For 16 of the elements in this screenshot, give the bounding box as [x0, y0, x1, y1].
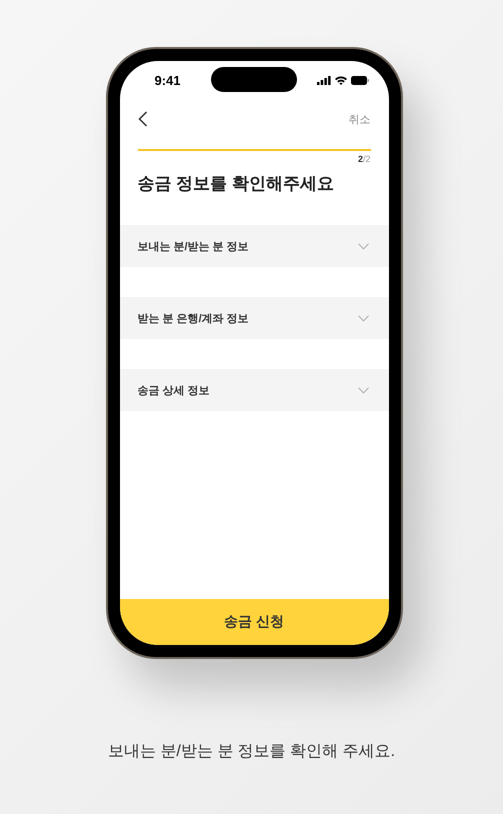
cancel-button[interactable]: 취소 [348, 112, 370, 126]
page-title: 송금 정보를 확인해주세요 [138, 173, 335, 195]
accordion-item[interactable]: 보내는 분/받는 분 정보 [120, 225, 388, 267]
wifi-icon [334, 76, 346, 84]
back-button[interactable] [138, 111, 148, 127]
status-time: 9:41 [154, 72, 181, 88]
step-counter: 2/2 [358, 154, 370, 164]
chevron-down-icon [358, 314, 368, 322]
caption-text: 보내는 분/받는 분 정보를 확인해 주세요. [108, 742, 396, 762]
signal-icon [316, 76, 330, 84]
submit-button[interactable]: 송금 신청 [120, 599, 388, 645]
chevron-down-icon [358, 242, 368, 250]
battery-icon [350, 76, 368, 84]
accordion-item[interactable]: 송금 상세 정보 [120, 369, 388, 411]
chevron-down-icon [358, 386, 368, 394]
accordion-item[interactable]: 받는 분 은행/계좌 정보 [120, 297, 388, 339]
